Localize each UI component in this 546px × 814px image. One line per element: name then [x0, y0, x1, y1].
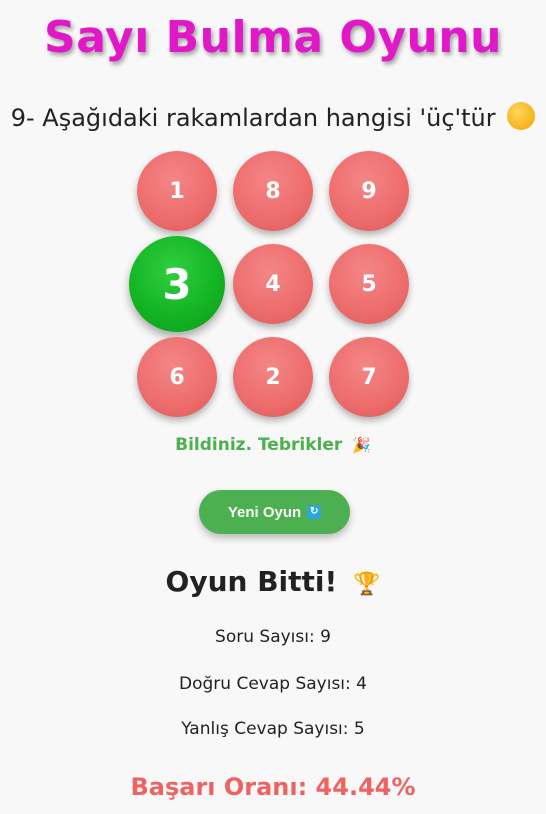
new-game-label: Yeni Oyun: [227, 503, 302, 521]
trophy-icon: 🏆: [353, 572, 381, 597]
number-ball[interactable]: 2: [233, 337, 313, 417]
number-ball[interactable]: 8: [233, 151, 313, 231]
new-game-button[interactable]: Yeni Oyun ↻: [199, 490, 350, 534]
feedback-message: Bildiniz. Tebrikler 🎉: [0, 432, 546, 458]
game-over-text: Oyun Bitti!: [165, 565, 338, 598]
number-ball[interactable]: 9: [329, 151, 409, 231]
question-count: Soru Sayısı: 9: [215, 627, 331, 647]
feedback-text: Bildiniz. Tebrikler: [175, 435, 343, 455]
question-text: 9- Aşağıdaki rakamlardan hangisi 'üç'tür: [0, 100, 546, 136]
number-ball-correct[interactable]: 3: [129, 236, 225, 332]
correct-count: Doğru Cevap Sayısı: 4: [179, 674, 367, 694]
game-page: Sayı Bulma Oyunu 9- Aşağıdaki rakamlarda…: [0, 0, 546, 814]
success-rate: Başarı Oranı: 44.44%: [130, 773, 416, 801]
number-ball[interactable]: 1: [137, 151, 217, 231]
refresh-icon: ↻: [307, 505, 322, 519]
number-grid: 1 8 9 3 4 5 6 2 7: [129, 151, 409, 417]
thinking-face-icon: [507, 102, 536, 130]
game-over-heading: Oyun Bitti! 🏆: [0, 562, 546, 605]
wrong-count: Yanlış Cevap Sayısı: 5: [181, 719, 365, 739]
question-label: 9- Aşağıdaki rakamlardan hangisi 'üç'tür: [10, 104, 496, 132]
party-popper-icon: 🎉: [352, 436, 371, 454]
number-ball[interactable]: 7: [329, 337, 409, 417]
number-ball[interactable]: 6: [137, 337, 217, 417]
number-ball[interactable]: 4: [233, 244, 313, 324]
number-ball[interactable]: 5: [329, 244, 409, 324]
page-title: Sayı Bulma Oyunu: [44, 12, 502, 63]
